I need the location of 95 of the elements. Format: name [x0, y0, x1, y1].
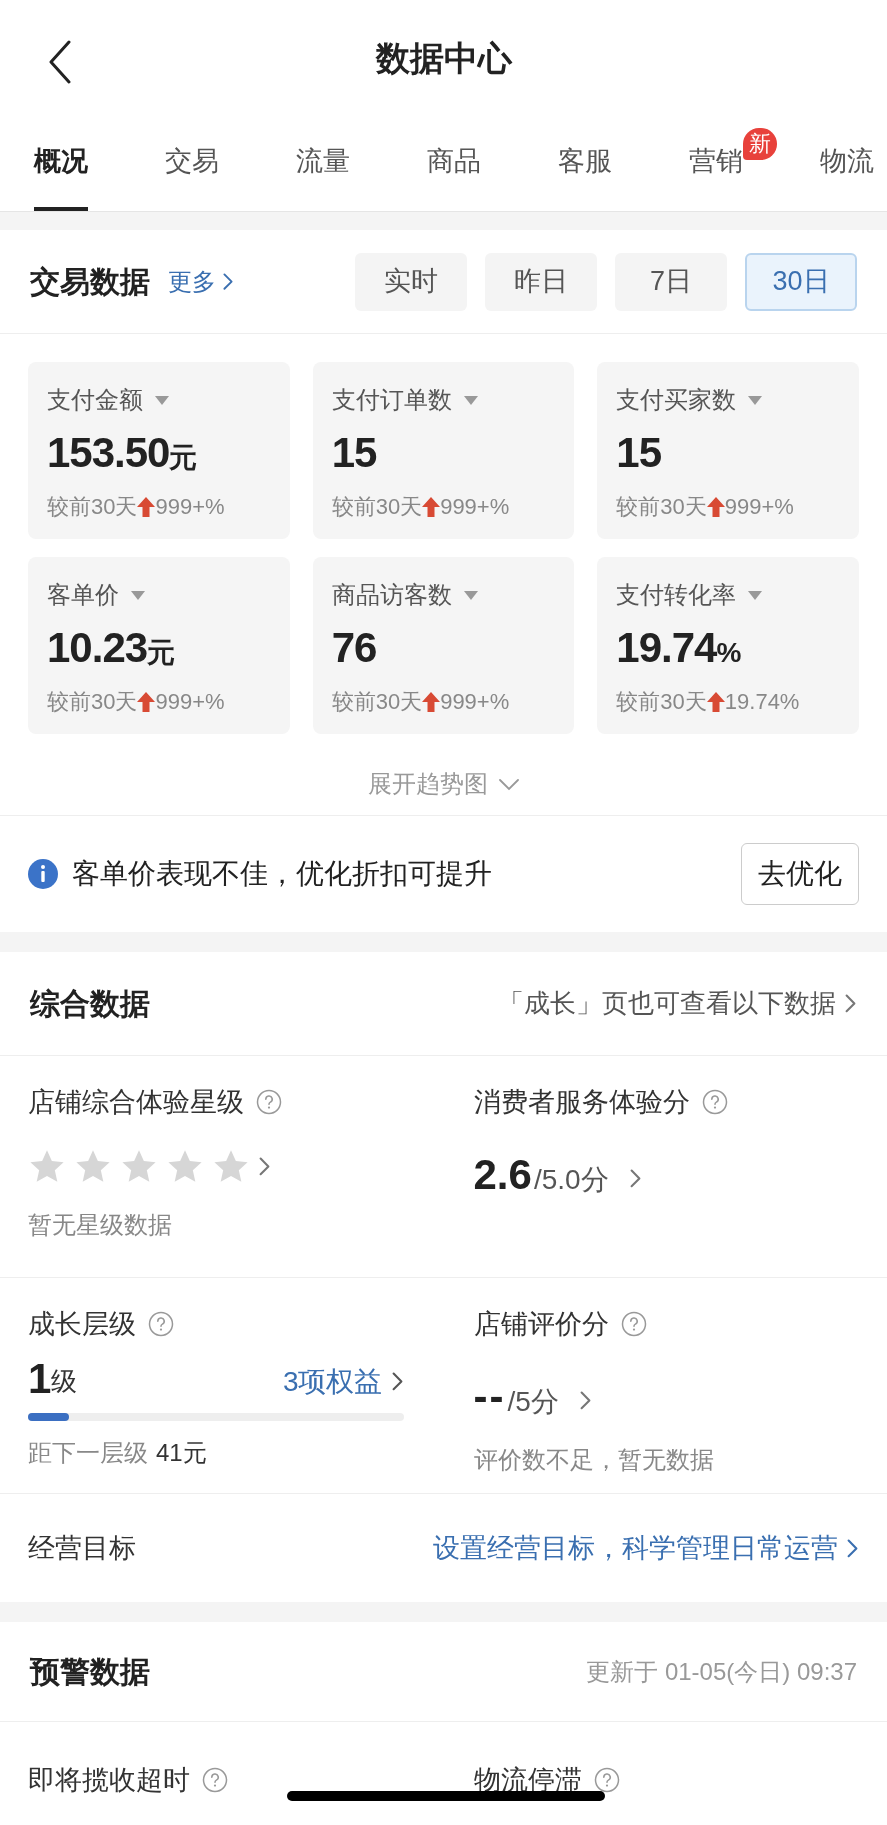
metric-label: 店铺评价分 — [473, 1308, 609, 1341]
change-value: 19.74% — [724, 688, 800, 716]
metric-label: 支付金额 — [47, 385, 143, 415]
metric-card[interactable]: 支付金额 153.50元 较前30天 999+% — [28, 362, 290, 539]
dropdown-icon — [463, 590, 478, 600]
change-value: 999+% — [440, 493, 510, 521]
period-button[interactable]: 30日 — [745, 252, 857, 311]
dropdown-icon — [131, 590, 145, 600]
up-arrow-icon — [422, 496, 441, 517]
dropdown-icon — [155, 395, 169, 405]
tab[interactable]: 流量 — [296, 116, 350, 211]
compare-label: 较前30天 — [47, 688, 138, 716]
chevron-right-icon — [846, 1537, 859, 1559]
metric-value: 15 — [616, 428, 662, 478]
metric-label: 支付转化率 — [616, 580, 737, 610]
metric-unit: 元 — [147, 637, 176, 670]
tab[interactable]: 客服 — [558, 116, 612, 211]
score-value: 2.6 — [473, 1149, 532, 1200]
up-arrow-icon — [137, 496, 156, 517]
tab[interactable]: 营销 — [689, 116, 743, 211]
metric-value: 19.74 — [616, 623, 717, 673]
tab[interactable]: 物流 — [820, 116, 874, 211]
metric-label: 消费者服务体验分 — [473, 1086, 690, 1119]
change-value: 999+% — [724, 493, 794, 521]
chevron-right-icon — [578, 1389, 592, 1411]
note-text: 评价数不足，暂无数据 — [473, 1444, 715, 1475]
metric-value: 153.50 — [47, 428, 170, 478]
tip-text: 客单价表现不佳，优化折扣可提升 — [72, 857, 492, 891]
metric-card[interactable]: 客单价 10.23元 较前30天 999+% — [28, 557, 290, 734]
up-arrow-icon — [706, 691, 725, 712]
metric-label: 即将揽收超时 — [28, 1764, 190, 1797]
metric-label: 成长层级 — [28, 1308, 136, 1341]
note-text: 暂无星级数据 — [28, 1209, 173, 1240]
change-value: 999+% — [155, 688, 225, 716]
page-title: 数据中心 — [375, 37, 512, 79]
section-title: 交易数据 — [30, 264, 150, 300]
level-unit: 级 — [51, 1365, 78, 1398]
up-arrow-icon — [422, 691, 441, 712]
metric-label: 支付买家数 — [616, 385, 737, 415]
info-icon — [28, 859, 58, 889]
score-max: /5.0分 — [533, 1162, 609, 1197]
chevron-right-icon — [258, 1156, 271, 1177]
optimize-button[interactable]: 去优化 — [741, 843, 859, 905]
chevron-right-icon — [628, 1167, 642, 1189]
chevron-right-icon — [390, 1371, 404, 1392]
score-value: -- — [473, 1371, 506, 1422]
growth-page-link[interactable]: 「成长」页也可查看以下数据 — [498, 984, 857, 1023]
period-button[interactable]: 7日 — [615, 252, 727, 311]
update-time: 更新于 01-05(今日) 09:37 — [586, 1656, 857, 1687]
compare-label: 较前30天 — [47, 493, 138, 521]
level-value: 1 — [28, 1354, 52, 1403]
section-title: 预警数据 — [30, 1654, 150, 1690]
benefits-link[interactable]: 3项权益 — [282, 1360, 404, 1403]
metric-label: 店铺综合体验星级 — [28, 1086, 244, 1119]
note-text: 距下一层级 — [28, 1437, 148, 1468]
compare-label: 较前30天 — [331, 493, 423, 521]
chevron-right-icon — [222, 271, 234, 292]
metric-value: 76 — [331, 623, 377, 673]
metric-card[interactable]: 支付订单数 15 较前30天 999+% — [312, 362, 575, 539]
compare-label: 较前30天 — [331, 688, 423, 716]
metric-label: 商品访客数 — [331, 580, 452, 610]
metric-unit: 元 — [169, 442, 198, 475]
score-max: /5分 — [507, 1384, 559, 1419]
section-title: 综合数据 — [30, 986, 150, 1022]
new-badge: 新 — [743, 128, 777, 160]
metric-unit: % — [716, 637, 742, 670]
dropdown-icon — [748, 395, 763, 405]
metric-value: 15 — [331, 428, 377, 478]
metric-label: 物流停滞 — [473, 1764, 582, 1797]
tab[interactable]: 交易 — [165, 116, 219, 211]
metric-card[interactable]: 支付买家数 15 较前30天 999+% — [597, 362, 859, 539]
tab[interactable]: 商品 — [427, 116, 481, 211]
up-arrow-icon — [706, 496, 725, 517]
chevron-down-icon — [497, 777, 520, 791]
metric-card[interactable]: 商品访客数 76 较前30天 999+% — [312, 557, 575, 734]
more-link[interactable]: 更多 — [168, 263, 234, 300]
period-button[interactable]: 昨日 — [485, 252, 597, 311]
compare-label: 较前30天 — [616, 493, 707, 521]
period-button[interactable]: 实时 — [355, 252, 467, 311]
goal-label: 经营目标 — [28, 1531, 136, 1565]
metric-card[interactable]: 支付转化率 19.74% 较前30天 19.74% — [597, 557, 859, 734]
metric-value: 10.23 — [47, 623, 148, 673]
up-arrow-icon — [137, 691, 156, 712]
help-icon[interactable] — [593, 1767, 620, 1794]
compare-label: 较前30天 — [616, 688, 707, 716]
dropdown-icon — [748, 590, 763, 600]
note-value: 41元 — [156, 1437, 207, 1468]
back-icon[interactable] — [48, 40, 72, 84]
set-goal-link[interactable]: 设置经营目标，科学管理日常运营 — [433, 1527, 859, 1569]
dropdown-icon — [463, 395, 478, 405]
change-value: 999+% — [155, 493, 225, 521]
metric-label: 支付订单数 — [331, 385, 452, 415]
chevron-right-icon — [844, 993, 857, 1014]
metric-label: 客单价 — [47, 580, 119, 610]
change-value: 999+% — [440, 688, 510, 716]
